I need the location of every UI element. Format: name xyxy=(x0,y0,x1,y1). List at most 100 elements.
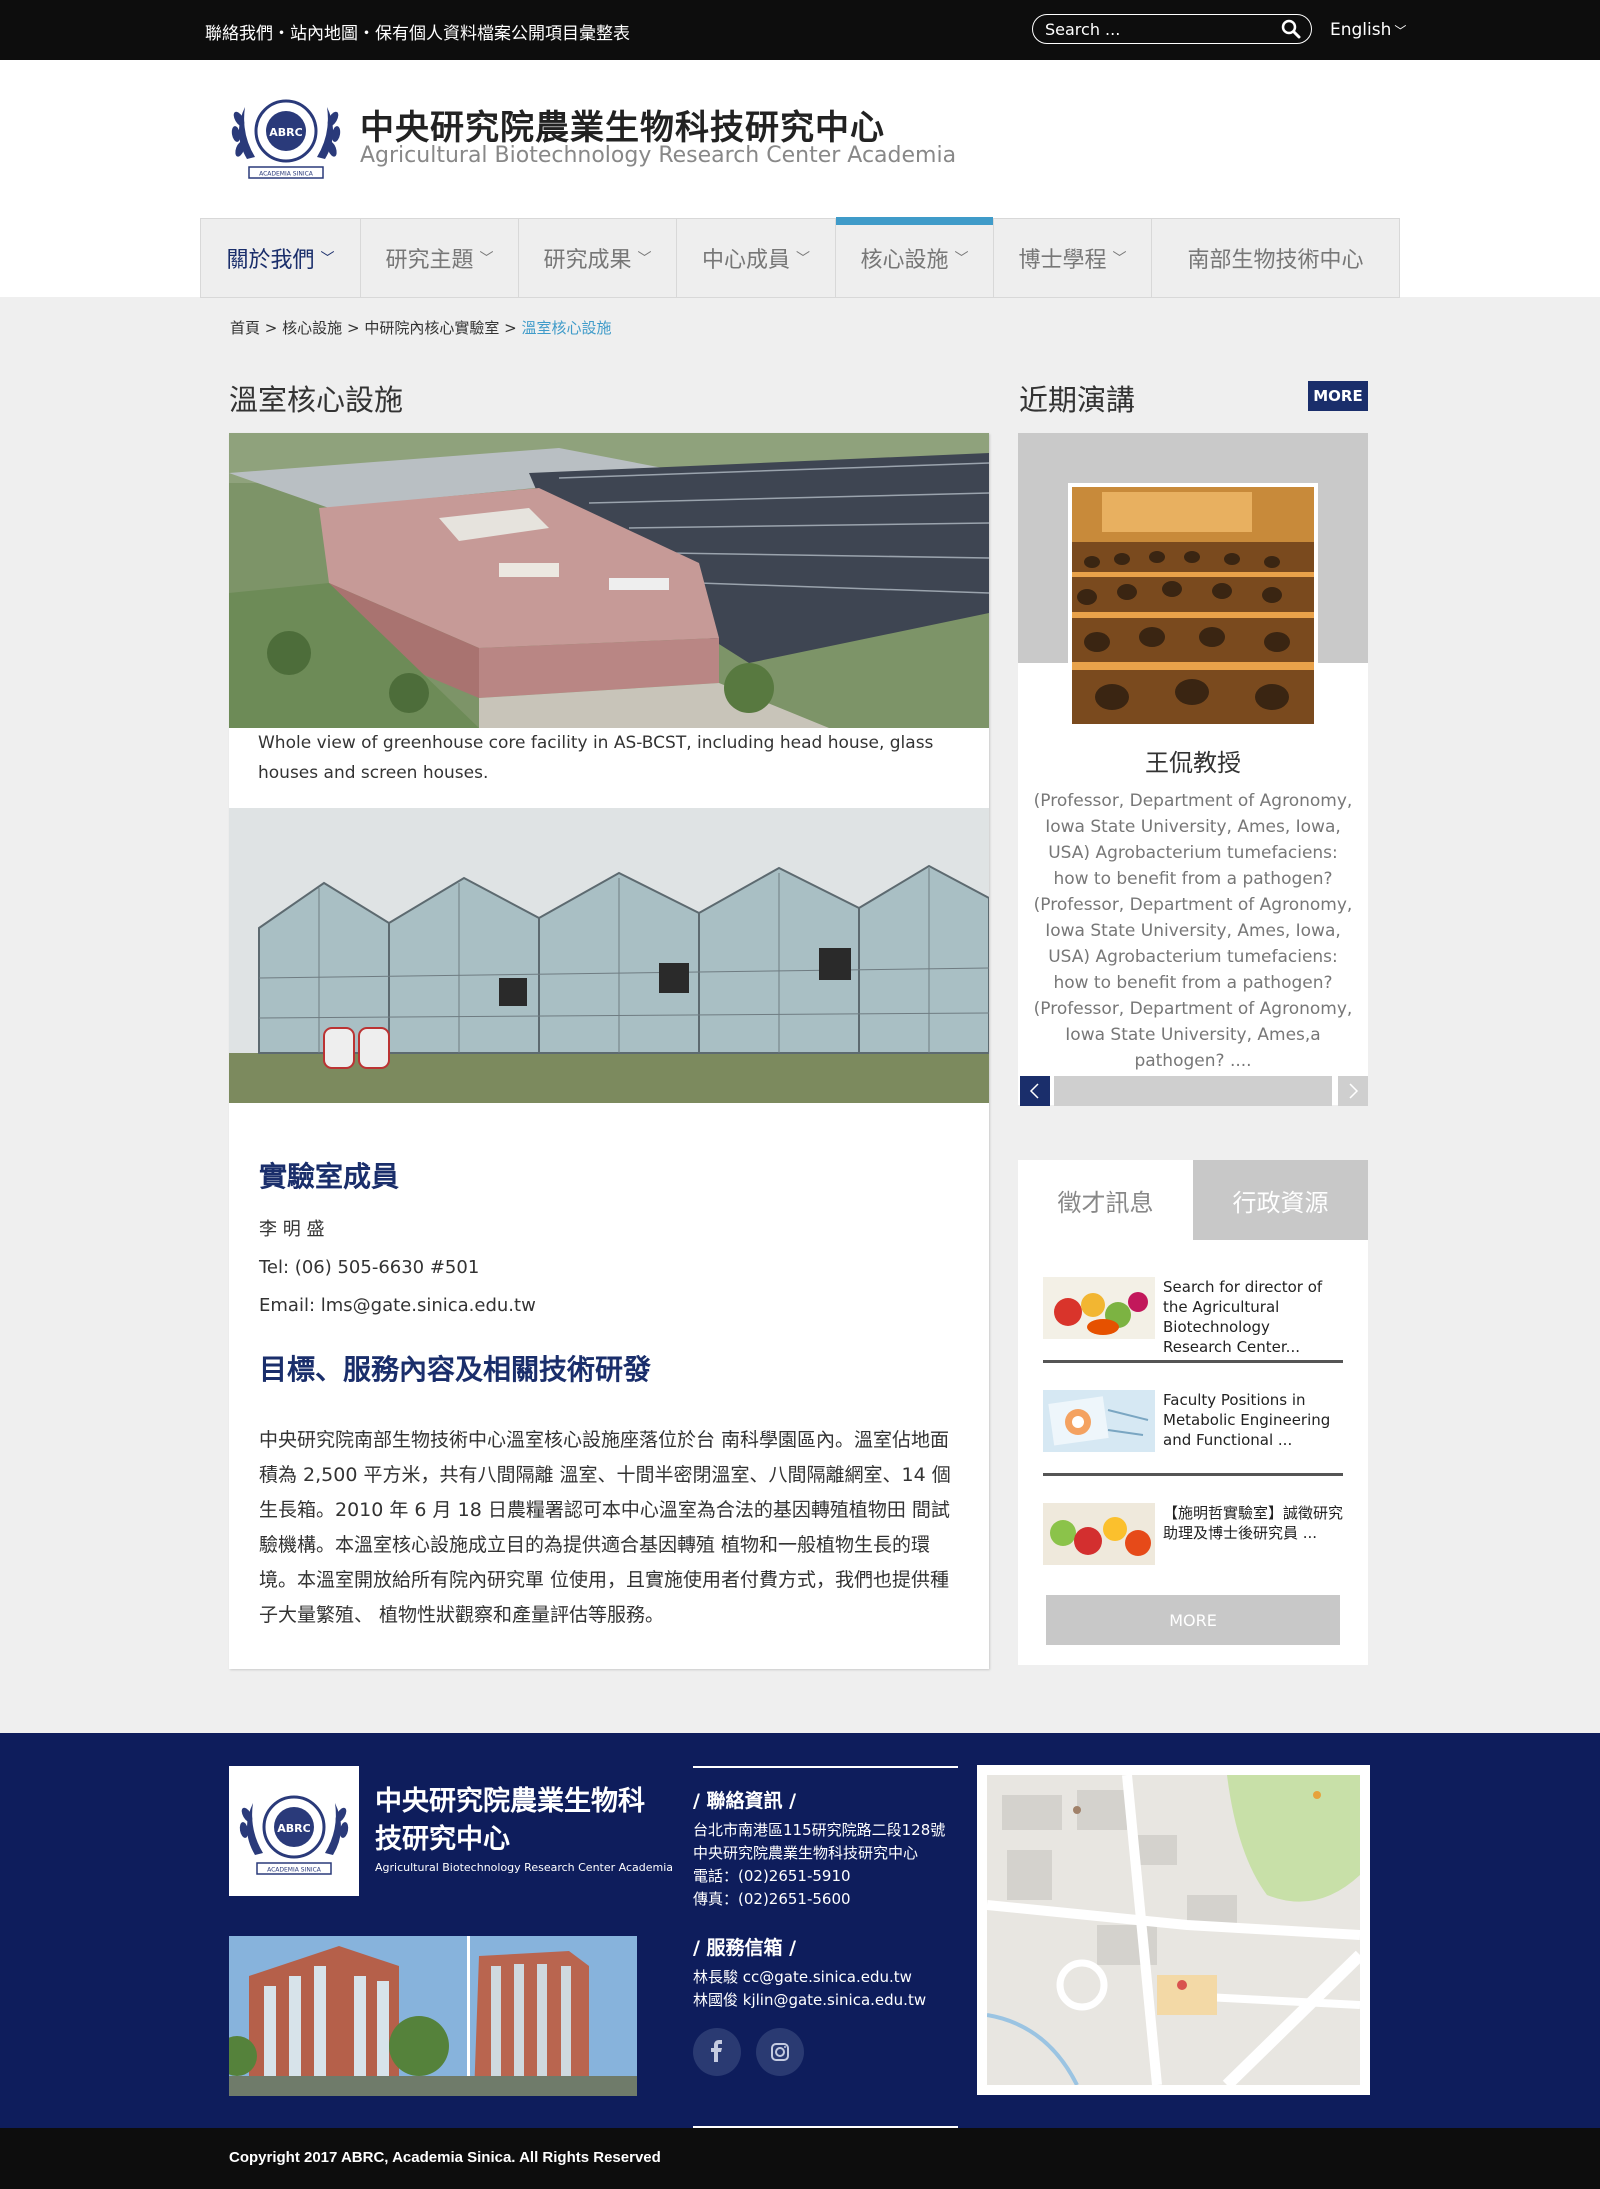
talk-description: (Professor, Department of Agronomy, Iowa… xyxy=(1033,791,1353,1071)
carousel-scrollbar[interactable] xyxy=(1054,1076,1332,1106)
contact-fax: 傳真：(02)2651-5600 xyxy=(693,1890,851,1908)
talk-photo[interactable] xyxy=(1068,483,1318,728)
job-title: Search for director of the Agricultural … xyxy=(1163,1278,1323,1356)
contact-phone: 電話：(02)2651-5910 xyxy=(693,1867,851,1885)
facebook-icon xyxy=(711,2040,722,2062)
mail-2[interactable]: 林國俊 kjlin@gate.sinica.edu.tw xyxy=(693,1989,958,2012)
member-info: 李 明 盛 Tel: (06) 505-6630 #501 Email: lms… xyxy=(259,1211,536,1325)
contact-address: 台北市南港區115研究院路二段128號 xyxy=(693,1821,946,1839)
breadcrumb-core-labs[interactable]: 中研院內核心實驗室 xyxy=(364,319,499,337)
breadcrumb-current: 溫室核心設施 xyxy=(521,319,612,337)
footer-subtitle: Agricultural Biotechnology Research Cent… xyxy=(375,1861,674,1874)
top-bar: 聯絡我們・站內地圖・保有個人資料檔案公開項目彙整表 English﹀ xyxy=(0,0,1600,60)
divider xyxy=(1043,1360,1343,1363)
map-image xyxy=(986,1774,1365,2090)
chevron-down-icon: ﹀ xyxy=(320,251,335,267)
svg-text:ACADEMIA SINICA: ACADEMIA SINICA xyxy=(259,171,314,178)
page-title: 溫室核心設施 xyxy=(229,383,404,417)
site-subtitle: Agricultural Biotechnology Research Cent… xyxy=(360,143,957,168)
main-nav: 關於我們 ﹀ 研究主題 ﹀ 研究成果 ﹀ 中心成員 ﹀ 核心設施 ﹀ 博士學程 ﹀ 南部生物… xyxy=(200,217,1400,298)
member-email[interactable]: Email: lms@gate.sinica.edu.tw xyxy=(259,1287,536,1325)
location-map[interactable] xyxy=(977,1765,1370,2095)
breadcrumb-core-facilities[interactable]: 核心設施 xyxy=(282,319,342,337)
news-tabs: 徵才訊息 行政資源 Search for director of the Agr… xyxy=(1018,1160,1368,1665)
search-icon[interactable] xyxy=(1281,19,1301,39)
list-item[interactable]: 【施明哲實驗室】誠徵研究助理及博士後研究員 ... xyxy=(1043,1503,1343,1593)
language-label: English xyxy=(1330,20,1392,40)
breadcrumb-separator: > xyxy=(346,319,360,337)
svg-text:ACADEMIA SINICA: ACADEMIA SINICA xyxy=(267,1867,322,1874)
diagram-thumbnail xyxy=(1043,1390,1155,1452)
chevron-down-icon: ﹀ xyxy=(637,251,652,267)
location-pin-icon xyxy=(1177,1980,1187,1990)
divider xyxy=(693,1766,958,1768)
job-title: 【施明哲實驗室】誠徵研究助理及博士後研究員 ... xyxy=(1163,1504,1344,1542)
breadcrumb-separator: > xyxy=(504,319,517,337)
svg-text:ABRC: ABRC xyxy=(269,126,302,139)
link-separator: ・ xyxy=(273,24,290,44)
instagram-icon xyxy=(771,2043,789,2061)
mail-heading: / 服務信箱 / xyxy=(693,1937,797,1959)
tabs-more-button[interactable]: MORE xyxy=(1046,1595,1340,1645)
copyright-bar: Copyright 2017 ABRC, Academia Sinica. Al… xyxy=(0,2128,1600,2189)
contact-heading: / 聯絡資訊 / xyxy=(693,1790,797,1812)
nav-label: 南部生物技術中心 xyxy=(1187,248,1364,273)
list-item[interactable]: Search for director of the Agricultural … xyxy=(1043,1277,1343,1367)
nav-label: 關於我們 xyxy=(226,248,315,273)
footer-title: 中央研究院農業生物科技研究中心 xyxy=(375,1786,645,1855)
nav-label: 研究成果 xyxy=(543,248,632,273)
content-card: Whole view of greenhouse core facility i… xyxy=(229,433,989,1669)
footer-logo[interactable]: ABRC ACADEMIA SINICA xyxy=(229,1766,359,1896)
instagram-button[interactable] xyxy=(756,2028,804,2076)
lecture-hall-photo xyxy=(1072,487,1314,724)
tab-admin-resources[interactable]: 行政資源 xyxy=(1193,1160,1368,1240)
chevron-right-icon xyxy=(1349,1083,1359,1099)
list-item[interactable]: Faculty Positions in Metabolic Engineeri… xyxy=(1043,1390,1343,1480)
top-link-sitemap[interactable]: 站內地圖 xyxy=(290,24,358,44)
speaker-name[interactable]: 王侃教授 xyxy=(1018,743,1368,778)
nav-item-phd-program[interactable]: 博士學程 ﹀ xyxy=(994,219,1152,297)
chevron-down-icon: ﹀ xyxy=(1394,24,1407,38)
members-heading: 實驗室成員 xyxy=(259,1160,400,1193)
facebook-button[interactable] xyxy=(693,2028,741,2076)
nav-item-about[interactable]: 關於我們 ﹀ xyxy=(201,219,361,297)
glass-greenhouse-photo xyxy=(229,808,989,1103)
copyright-text: Copyright 2017 ABRC, Academia Sinica. Al… xyxy=(229,2149,661,2166)
nav-item-research-results[interactable]: 研究成果 ﹀ xyxy=(519,219,677,297)
site-title[interactable]: 中央研究院農業生物科技研究中心 xyxy=(360,100,885,149)
top-link-privacy[interactable]: 保有個人資料檔案公開項目彙整表 xyxy=(375,24,630,44)
nav-item-research-topics[interactable]: 研究主題 ﹀ xyxy=(361,219,519,297)
breadcrumb-home[interactable]: 首頁 xyxy=(230,319,260,337)
mail-1[interactable]: 林長駿 cc@gate.sinica.edu.tw xyxy=(693,1966,958,1989)
talks-more-button[interactable]: MORE xyxy=(1308,381,1368,411)
abrc-logo-emblem: ABRC ACADEMIA SINICA xyxy=(239,1795,349,1875)
fruit-thumbnail xyxy=(1043,1503,1155,1565)
chevron-down-icon: ﹀ xyxy=(479,251,494,267)
carousel-prev-button[interactable] xyxy=(1020,1076,1050,1106)
photo-caption: Whole view of greenhouse core facility i… xyxy=(258,733,934,783)
breadcrumb: 首頁 > 核心設施 > 中研院內核心實驗室 > 溫室核心設施 xyxy=(230,317,611,338)
contact-org: 中央研究院農業生物科技研究中心 xyxy=(693,1844,919,1862)
abrc-logo-emblem[interactable]: ABRC ACADEMIA SINICA xyxy=(227,89,345,181)
member-tel: Tel: (06) 505-6630 #501 xyxy=(259,1257,480,1278)
breadcrumb-separator: > xyxy=(264,319,278,337)
top-link-contact[interactable]: 聯絡我們 xyxy=(205,24,273,44)
search-box xyxy=(1032,14,1312,44)
nav-item-southern-center[interactable]: 南部生物技術中心 xyxy=(1152,219,1399,297)
tab-recruitment[interactable]: 徵才訊息 xyxy=(1018,1160,1193,1240)
footer: ABRC ACADEMIA SINICA 中央研究院農業生物科技研究中心 Agr… xyxy=(0,1733,1600,2128)
carousel-next-button[interactable] xyxy=(1338,1076,1368,1106)
goals-heading: 目標、服務內容及相關技術研發 xyxy=(259,1353,652,1386)
nav-label: 研究主題 xyxy=(385,248,474,273)
chevron-down-icon: ﹀ xyxy=(796,251,810,267)
language-switch[interactable]: English ﹀ xyxy=(1330,20,1406,40)
talks-title: 近期演講 xyxy=(1019,383,1136,417)
talk-card: 王侃教授 (Professor, Department of Agronomy,… xyxy=(1018,433,1368,1106)
nav-item-core-facilities[interactable]: 核心設施 ﹀ xyxy=(836,217,994,297)
nav-item-members[interactable]: 中心成員 ﹀ xyxy=(677,219,836,297)
svg-text:ABRC: ABRC xyxy=(277,1822,310,1835)
search-input[interactable] xyxy=(1045,19,1265,39)
fruit-thumbnail xyxy=(1043,1277,1155,1339)
link-separator: ・ xyxy=(358,24,375,44)
building-photo xyxy=(229,1936,637,2096)
